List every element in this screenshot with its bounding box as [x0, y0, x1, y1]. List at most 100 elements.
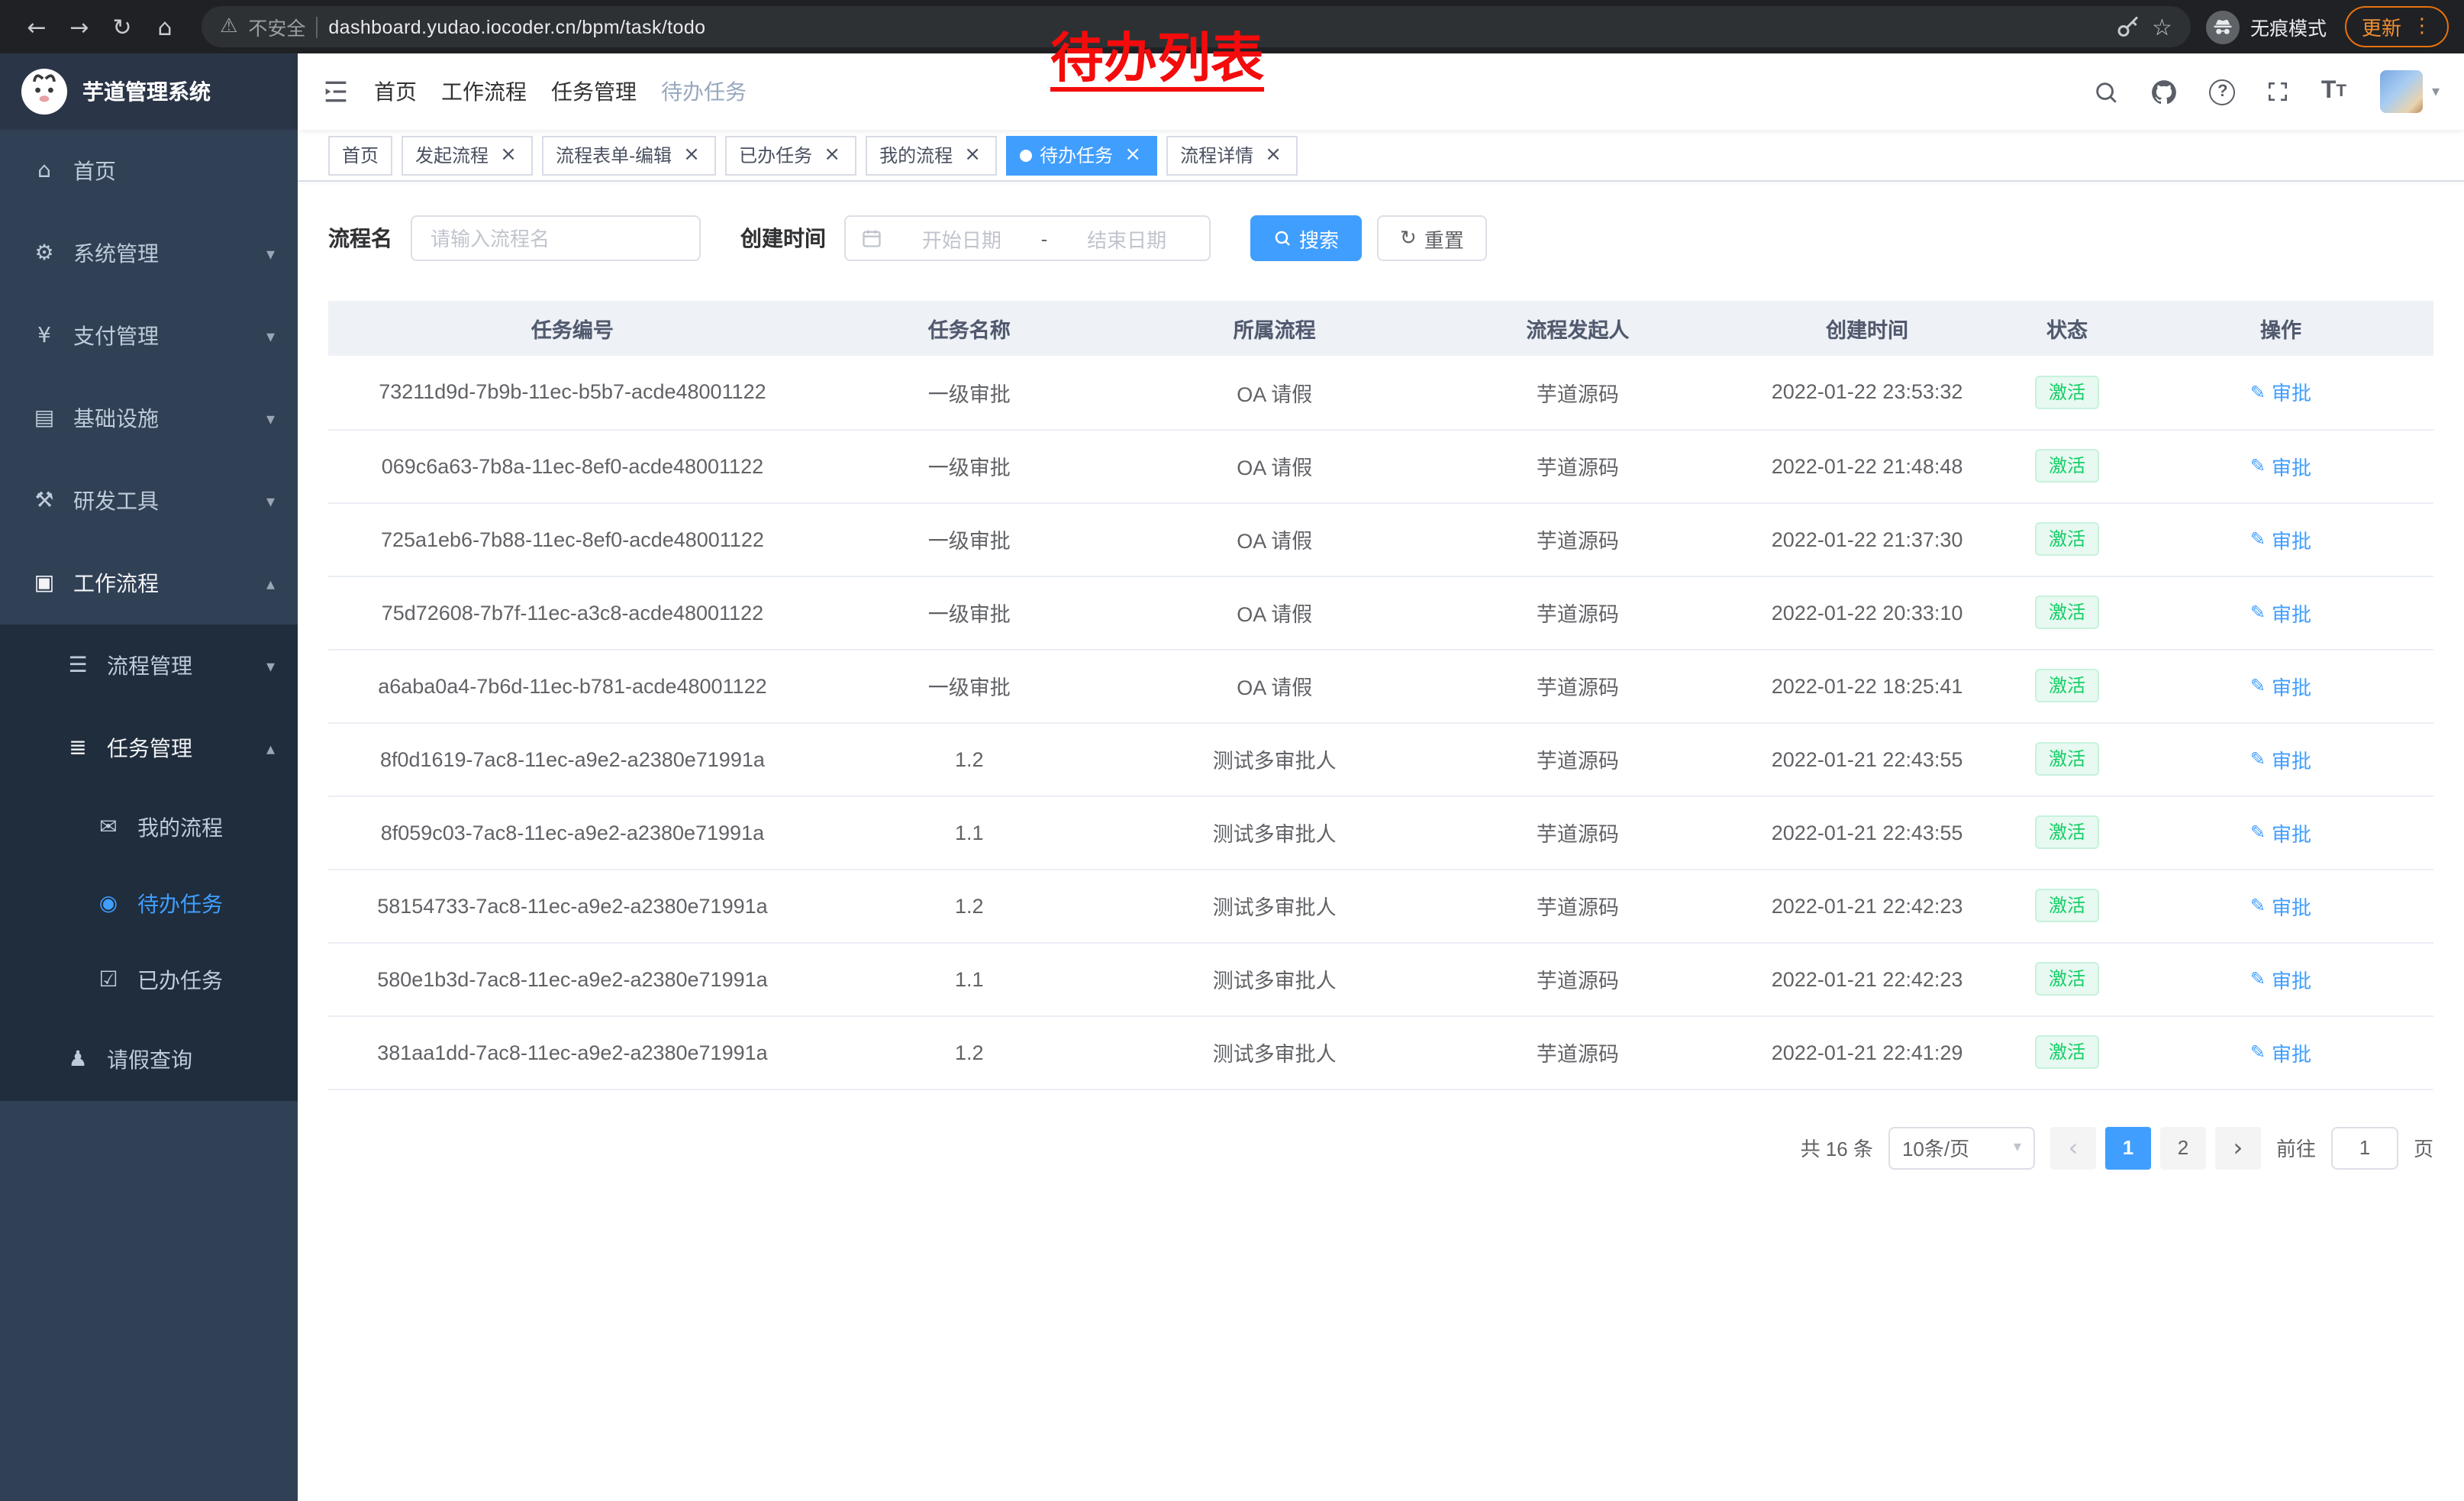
tab[interactable]: 流程表单-编辑 ×	[542, 135, 716, 175]
sidebar-item-workflow[interactable]: ▣ 工作流程 ▴	[0, 542, 298, 625]
sidebar-item-home[interactable]: ⌂ 首页	[0, 130, 298, 212]
cell-task-id: 381aa1dd-7ac8-11ec-a9e2-a2380e71991a	[328, 1015, 817, 1089]
table-row: 580e1b3d-7ac8-11ec-a9e2-a2380e71991a 1.1…	[328, 942, 2433, 1015]
page-number-button[interactable]: 1	[2105, 1126, 2151, 1169]
close-icon[interactable]: ×	[1263, 144, 1284, 166]
sidebar-item-leave-query[interactable]: ♟ 请假查询	[0, 1018, 298, 1101]
caret-down-icon: ▾	[2432, 83, 2440, 100]
help-button[interactable]: ?	[2195, 53, 2251, 130]
edit-icon: ✎	[2250, 1041, 2266, 1063]
edit-icon: ✎	[2250, 968, 2266, 989]
sidebar-item-done-task[interactable]: ☑ 已办任务	[0, 942, 298, 1018]
browser-reload-button[interactable]: ↻	[101, 5, 144, 48]
approve-link[interactable]: ✎ 审批	[2250, 1038, 2311, 1067]
approve-link[interactable]: ✎ 审批	[2250, 598, 2311, 627]
todo-task-table: 任务编号任务名称所属流程流程发起人创建时间状态操作 73211d9d-7b9b-…	[328, 301, 2433, 1089]
browser-home-button[interactable]: ⌂	[144, 5, 186, 48]
edit-icon: ✎	[2250, 602, 2266, 623]
github-link[interactable]	[2135, 53, 2195, 130]
close-icon[interactable]: ×	[1122, 144, 1143, 166]
cell-task-name: 1.2	[817, 722, 1122, 796]
sidebar-item-task-mgmt[interactable]: ≣ 任务管理 ▴	[0, 707, 298, 789]
cell-task-name: 1.1	[817, 796, 1122, 869]
browser-update-button[interactable]: 更新 ⋮	[2345, 6, 2449, 47]
close-icon[interactable]: ×	[498, 144, 519, 166]
approve-link[interactable]: ✎ 审批	[2250, 525, 2311, 554]
fullscreen-button[interactable]	[2251, 53, 2306, 130]
status-badge: 激活	[2035, 522, 2099, 556]
cell-task-id: 069c6a63-7b8a-11ec-8ef0-acde48001122	[328, 429, 817, 502]
approve-link[interactable]: ✎ 审批	[2250, 451, 2311, 480]
cell-process: OA 请假	[1122, 429, 1427, 502]
table-row: 75d72608-7b7f-11ec-a3c8-acde48001122 一级审…	[328, 576, 2433, 649]
prev-page-button[interactable]: ‹	[2050, 1126, 2096, 1169]
cell-created-time: 2022-01-22 23:53:32	[1728, 356, 2006, 429]
process-list-icon: ☰	[64, 654, 92, 678]
header-search-button[interactable]	[2079, 53, 2135, 130]
filter-bar: 流程名 创建时间 开始日期 - 结束日期	[328, 215, 2433, 261]
sidebar-item-dev-tools[interactable]: ⚒ 研发工具 ▾	[0, 460, 298, 542]
tab[interactable]: 首页	[328, 135, 392, 175]
status-badge: 激活	[2035, 1035, 2099, 1069]
tab[interactable]: 发起流程 ×	[402, 135, 533, 175]
address-bar[interactable]: ⚠ 不安全 dashboard.yudao.iocoder.cn/bpm/tas…	[202, 6, 2191, 47]
column-header: 流程发起人	[1427, 301, 1728, 356]
approve-link[interactable]: ✎ 审批	[2250, 744, 2311, 773]
reset-button[interactable]: ↻ 重置	[1377, 215, 1487, 261]
logo-bar[interactable]: 芋道管理系统	[0, 53, 298, 130]
sidebar-item-system[interactable]: ⚙ 系统管理 ▾	[0, 212, 298, 295]
sidebar-item-infrastructure[interactable]: ▤ 基础设施 ▾	[0, 377, 298, 460]
cell-initiator: 芋道源码	[1427, 722, 1728, 796]
approve-link[interactable]: ✎ 审批	[2250, 378, 2311, 407]
date-range-picker[interactable]: 开始日期 - 结束日期	[844, 215, 1211, 261]
status-badge: 激活	[2035, 742, 2099, 776]
page-size-select[interactable]: 10条/页 ▾	[1888, 1126, 2035, 1169]
approve-link[interactable]: ✎ 审批	[2250, 891, 2311, 920]
tab[interactable]: 我的流程 ×	[866, 135, 997, 175]
close-icon[interactable]: ×	[681, 144, 702, 166]
page-number-button[interactable]: 2	[2160, 1126, 2206, 1169]
approve-link[interactable]: ✎ 审批	[2250, 964, 2311, 993]
chevron-down-icon: ▾	[2014, 1139, 2021, 1156]
dashboard-icon: ⌂	[31, 159, 58, 183]
process-name-input[interactable]	[411, 215, 701, 261]
incognito-label: 无痕模式	[2250, 12, 2327, 41]
chevron-icon: ▾	[266, 408, 275, 428]
password-key-icon[interactable]	[2114, 13, 2141, 40]
approve-link[interactable]: ✎ 审批	[2250, 671, 2311, 700]
status-badge: 激活	[2035, 815, 2099, 849]
browser-menu-icon[interactable]: ⋮	[2412, 15, 2432, 38]
sidebar-item-todo-task[interactable]: ◉ 待办任务	[0, 866, 298, 942]
sidebar-item-payment[interactable]: ¥ 支付管理 ▾	[0, 295, 298, 377]
edit-icon: ✎	[2250, 675, 2266, 696]
fullscreen-icon	[2266, 79, 2291, 104]
close-icon[interactable]: ×	[821, 144, 843, 166]
cell-initiator: 芋道源码	[1427, 502, 1728, 576]
browser-back-button[interactable]: ←	[15, 5, 58, 48]
approve-link[interactable]: ✎ 审批	[2250, 818, 2311, 847]
top-navbar: 首页 工作流程 任务管理 待办任务 ?	[298, 53, 2464, 130]
font-size-button[interactable]: TT	[2306, 53, 2362, 130]
sidebar-toggle-button[interactable]	[298, 53, 374, 130]
sidebar-item-my-process[interactable]: ✉ 我的流程	[0, 789, 298, 866]
tab[interactable]: 已办任务 ×	[725, 135, 856, 175]
omnibox-divider	[316, 16, 318, 37]
user-menu[interactable]: ▾	[2362, 53, 2452, 130]
sidebar: 芋道管理系统 ⌂ 首页 ⚙ 系统管理 ▾ ¥ 支付管理 ▾ ▤ 基础设施 ▾ ⚒…	[0, 53, 298, 1501]
close-icon[interactable]: ×	[962, 144, 983, 166]
search-button[interactable]: 搜索	[1250, 215, 1362, 261]
tab[interactable]: 待办任务 ×	[1006, 135, 1157, 175]
browser-forward-button[interactable]: →	[58, 5, 101, 48]
goto-page-input[interactable]	[2331, 1126, 2398, 1169]
sidebar-item-process-mgmt[interactable]: ☰ 流程管理 ▾	[0, 625, 298, 707]
bookmark-star-icon[interactable]: ☆	[2152, 13, 2172, 40]
column-header: 所属流程	[1122, 301, 1427, 356]
status-badge: 激活	[2035, 596, 2099, 629]
cell-created-time: 2022-01-21 22:43:55	[1728, 722, 2006, 796]
cell-process: 测试多审批人	[1122, 942, 1427, 1015]
next-page-button[interactable]: ›	[2215, 1126, 2261, 1169]
cell-task-id: 73211d9d-7b9b-11ec-b5b7-acde48001122	[328, 356, 817, 429]
tab[interactable]: 流程详情 ×	[1166, 135, 1298, 175]
cell-created-time: 2022-01-22 21:48:48	[1728, 429, 2006, 502]
process-name-label: 流程名	[328, 223, 392, 253]
